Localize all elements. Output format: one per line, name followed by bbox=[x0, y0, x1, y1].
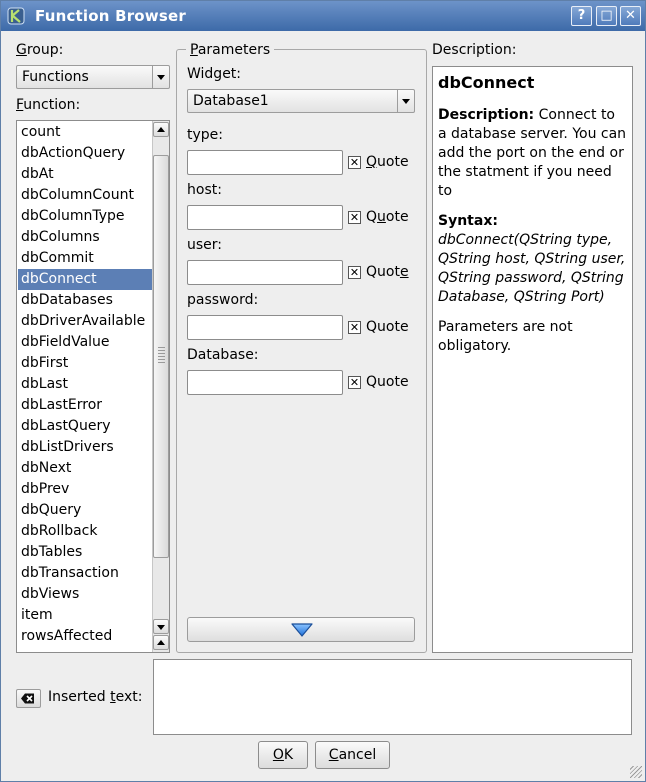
window-title: Function Browser bbox=[35, 7, 186, 25]
param-label: user: bbox=[187, 237, 223, 253]
list-item[interactable]: dbColumnType bbox=[18, 206, 152, 227]
list-item[interactable]: count bbox=[18, 122, 152, 143]
param-label: Database: bbox=[187, 347, 259, 363]
ok-button[interactable]: OK bbox=[258, 741, 308, 769]
list-item[interactable]: dbLastQuery bbox=[18, 416, 152, 437]
list-item[interactable]: dbViews bbox=[18, 584, 152, 605]
close-button[interactable]: ✕ bbox=[620, 6, 641, 26]
resize-grip-icon[interactable] bbox=[630, 766, 642, 778]
list-item[interactable]: dbTransaction bbox=[18, 563, 152, 584]
list-item[interactable]: dbLastError bbox=[18, 395, 152, 416]
kommander-icon bbox=[7, 7, 25, 25]
list-item[interactable]: dbListDrivers bbox=[18, 437, 152, 458]
cancel-button[interactable]: Cancel bbox=[315, 741, 390, 769]
scrollbar-thumb[interactable] bbox=[153, 155, 169, 558]
list-item[interactable]: dbNext bbox=[18, 458, 152, 479]
parameters-title: Parameters bbox=[186, 42, 275, 58]
list-item[interactable]: dbDriverAvailable bbox=[18, 311, 152, 332]
note-text: Parameters are not obligatory. bbox=[438, 319, 573, 354]
list-item[interactable]: dbLast bbox=[18, 374, 152, 395]
clear-text-button[interactable] bbox=[16, 689, 41, 708]
list-item[interactable]: dbDatabases bbox=[18, 290, 152, 311]
list-item[interactable]: dbActionQuery bbox=[18, 143, 152, 164]
quote-checkbox[interactable]: ✕ bbox=[348, 376, 361, 389]
chevron-down-icon[interactable] bbox=[152, 66, 169, 88]
list-item[interactable]: rowsAffected bbox=[18, 626, 152, 647]
description-panel: dbConnect Description: Connect to a data… bbox=[432, 66, 633, 653]
widget-combobox[interactable]: Database1 bbox=[187, 89, 415, 113]
list-item[interactable]: dbRollback bbox=[18, 521, 152, 542]
param-input[interactable] bbox=[187, 205, 343, 230]
param-input[interactable] bbox=[187, 260, 343, 285]
widget-combobox-value: Database1 bbox=[193, 93, 269, 109]
function-listbox[interactable]: count dbActionQuery dbAt dbColumnCount dbCol… bbox=[16, 120, 170, 653]
maximize-button[interactable]: □ bbox=[596, 6, 617, 26]
list-item[interactable]: dbTables bbox=[18, 542, 152, 563]
quote-checkbox[interactable]: ✕ bbox=[348, 321, 361, 334]
function-label: Function: bbox=[16, 97, 81, 113]
scroll-down-button[interactable] bbox=[153, 619, 169, 634]
list-item[interactable]: dbColumnCount bbox=[18, 185, 152, 206]
clear-text-icon bbox=[21, 693, 34, 704]
param-label: host: bbox=[187, 182, 222, 198]
group-combobox[interactable]: Functions bbox=[16, 65, 170, 89]
list-item[interactable]: dbAt bbox=[18, 164, 152, 185]
quote-label[interactable]: Quote bbox=[366, 319, 409, 335]
quote-label[interactable]: Quote bbox=[366, 154, 409, 170]
scroll-up-button[interactable] bbox=[153, 122, 169, 137]
description-label: Description: bbox=[432, 42, 517, 58]
inserted-text-label: Inserted text: bbox=[48, 689, 143, 705]
list-item[interactable]: item bbox=[18, 605, 152, 626]
param-input[interactable] bbox=[187, 370, 343, 395]
help-button[interactable]: ? bbox=[571, 6, 592, 26]
next-parameters-button[interactable] bbox=[187, 617, 415, 642]
quote-label[interactable]: Quote bbox=[366, 209, 409, 225]
list-item[interactable]: dbCommit bbox=[18, 248, 152, 269]
param-input[interactable] bbox=[187, 150, 343, 175]
list-item[interactable]: dbConnect bbox=[18, 269, 152, 290]
list-item[interactable]: dbQuery bbox=[18, 500, 152, 521]
inserted-text-area[interactable] bbox=[153, 659, 632, 735]
function-browser-window: Function Browser ? □ ✕ Group: Functions … bbox=[0, 0, 646, 782]
widget-label: Widget: bbox=[187, 66, 242, 82]
list-item[interactable]: dbFieldValue bbox=[18, 332, 152, 353]
group-label: Group: bbox=[16, 42, 64, 58]
syntax-block: Syntax: dbConnect(QString type, QString h… bbox=[438, 213, 626, 305]
list-item[interactable]: dbPrev bbox=[18, 479, 152, 500]
description-text: Description: Connect to a database serve… bbox=[438, 107, 627, 199]
param-label: type: bbox=[187, 127, 223, 143]
param-input[interactable] bbox=[187, 315, 343, 340]
title-bar[interactable]: Function Browser ? □ ✕ bbox=[1, 1, 645, 31]
group-combobox-value: Functions bbox=[22, 69, 89, 85]
function-list-scrollbar[interactable] bbox=[152, 121, 169, 652]
quote-checkbox[interactable]: ✕ bbox=[348, 156, 361, 169]
quote-checkbox[interactable]: ✕ bbox=[348, 266, 361, 279]
grip-icon bbox=[158, 347, 165, 363]
param-label: password: bbox=[187, 292, 259, 308]
chevron-down-icon[interactable] bbox=[397, 90, 414, 112]
blue-down-arrow-icon bbox=[291, 623, 313, 637]
scroll-up-button-bottom[interactable] bbox=[153, 635, 169, 650]
list-item[interactable]: dbColumns bbox=[18, 227, 152, 248]
quote-checkbox[interactable]: ✕ bbox=[348, 211, 361, 224]
list-item[interactable]: dbFirst bbox=[18, 353, 152, 374]
quote-label[interactable]: Quote bbox=[366, 264, 409, 280]
function-heading: dbConnect bbox=[438, 73, 535, 92]
quote-label[interactable]: Quote bbox=[366, 374, 409, 390]
